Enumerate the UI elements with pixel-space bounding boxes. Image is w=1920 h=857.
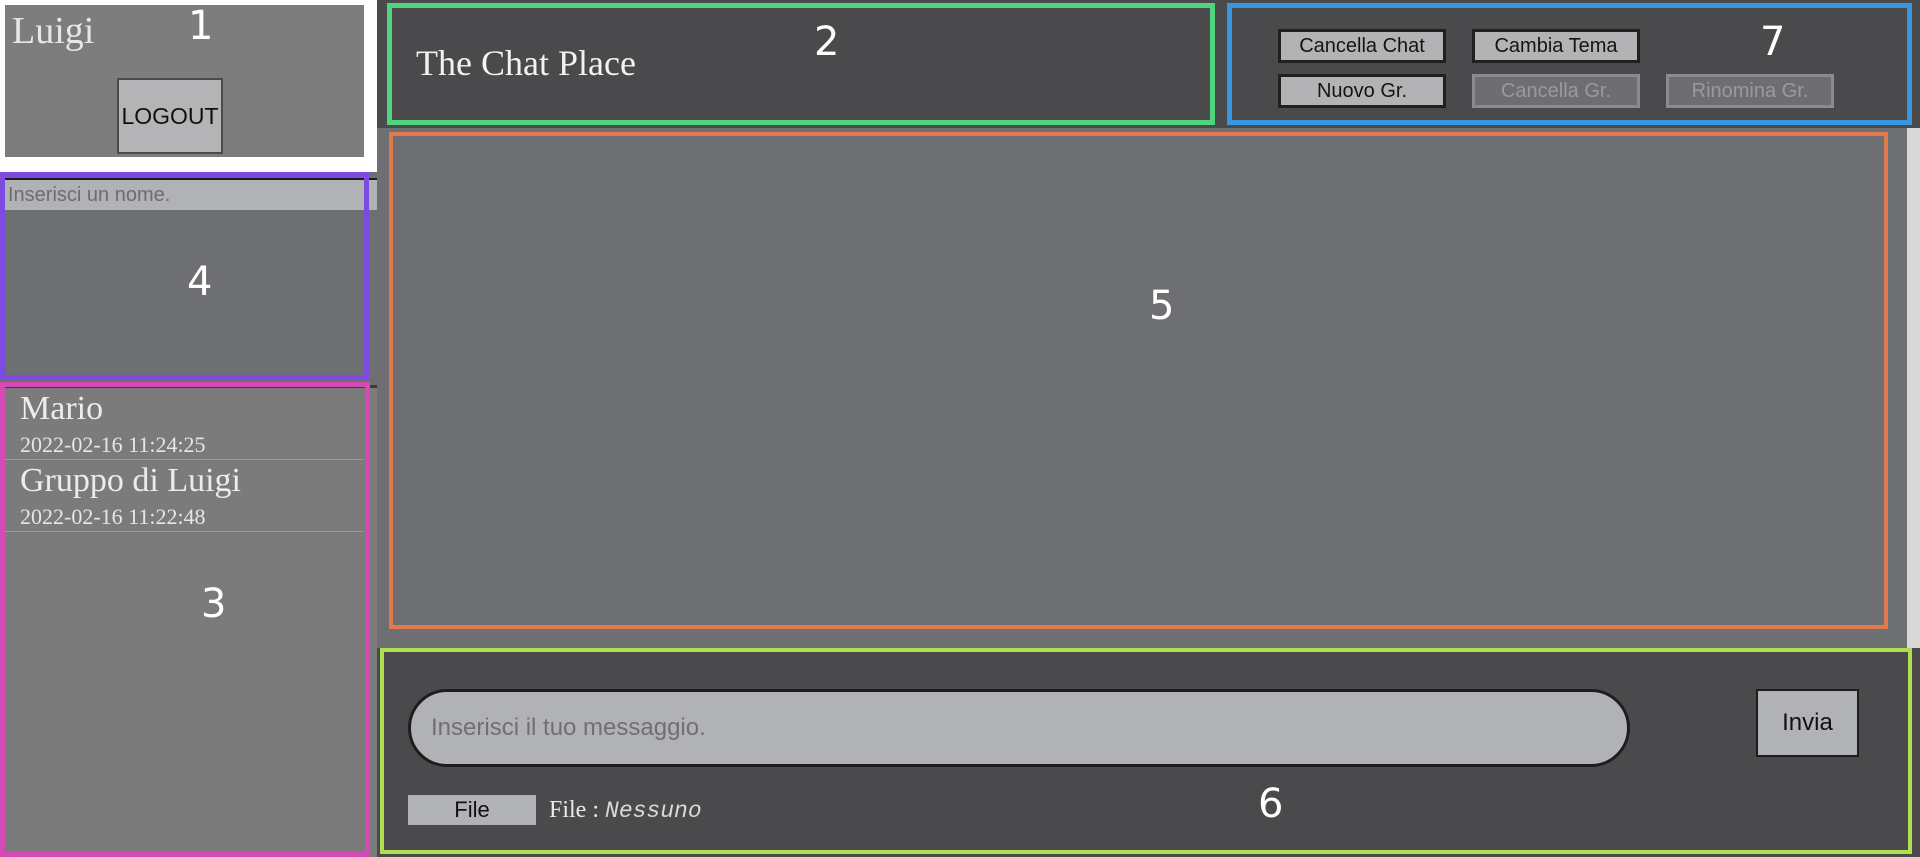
delete-group-button[interactable]: Cancella Gr.	[1472, 74, 1640, 108]
region-number-2: 2	[814, 19, 840, 65]
user-panel: Luigi LOGOUT	[0, 0, 369, 162]
chat-list-item[interactable]: Gruppo di Luigi 2022-02-16 11:22:48	[5, 460, 363, 532]
region-number-6: 6	[1258, 781, 1284, 827]
region-number-4: 4	[187, 259, 213, 305]
region-number-1: 1	[188, 3, 214, 49]
region-number-5: 5	[1149, 283, 1175, 329]
chat-list: Mario 2022-02-16 11:24:25 Gruppo di Luig…	[0, 388, 377, 857]
message-input[interactable]	[408, 689, 1630, 767]
clear-chat-button[interactable]: Cancella Chat	[1278, 29, 1446, 63]
title-box: The Chat Place	[387, 3, 1215, 125]
file-status: File : Nessuno	[549, 797, 702, 824]
app-title: The Chat Place	[416, 43, 636, 83]
chat-name: Mario	[20, 390, 104, 427]
chat-name: Gruppo di Luigi	[20, 462, 241, 499]
chat-timestamp: 2022-02-16 11:22:48	[20, 504, 206, 529]
region-number-7: 7	[1760, 19, 1786, 65]
divider	[0, 162, 377, 172]
search-input[interactable]	[0, 178, 377, 210]
file-label: File :	[549, 797, 600, 823]
rename-group-button[interactable]: Rinomina Gr.	[1666, 74, 1834, 108]
logout-button[interactable]: LOGOUT	[117, 78, 223, 154]
messages-scrollbar[interactable]	[1907, 128, 1920, 648]
username: Luigi	[12, 10, 95, 52]
region-number-3: 3	[201, 581, 227, 627]
send-button[interactable]: Invia	[1756, 689, 1859, 757]
chat-timestamp: 2022-02-16 11:24:25	[20, 432, 206, 457]
change-theme-button[interactable]: Cambia Tema	[1472, 29, 1640, 63]
toolbar: Cancella Chat Cambia Tema Nuovo Gr. Canc…	[1227, 3, 1912, 125]
file-button[interactable]: File	[408, 795, 536, 825]
file-value: Nessuno	[605, 798, 702, 824]
new-group-button[interactable]: Nuovo Gr.	[1278, 74, 1446, 108]
chat-list-item[interactable]: Mario 2022-02-16 11:24:25	[5, 388, 363, 460]
messages-area	[377, 128, 1907, 648]
